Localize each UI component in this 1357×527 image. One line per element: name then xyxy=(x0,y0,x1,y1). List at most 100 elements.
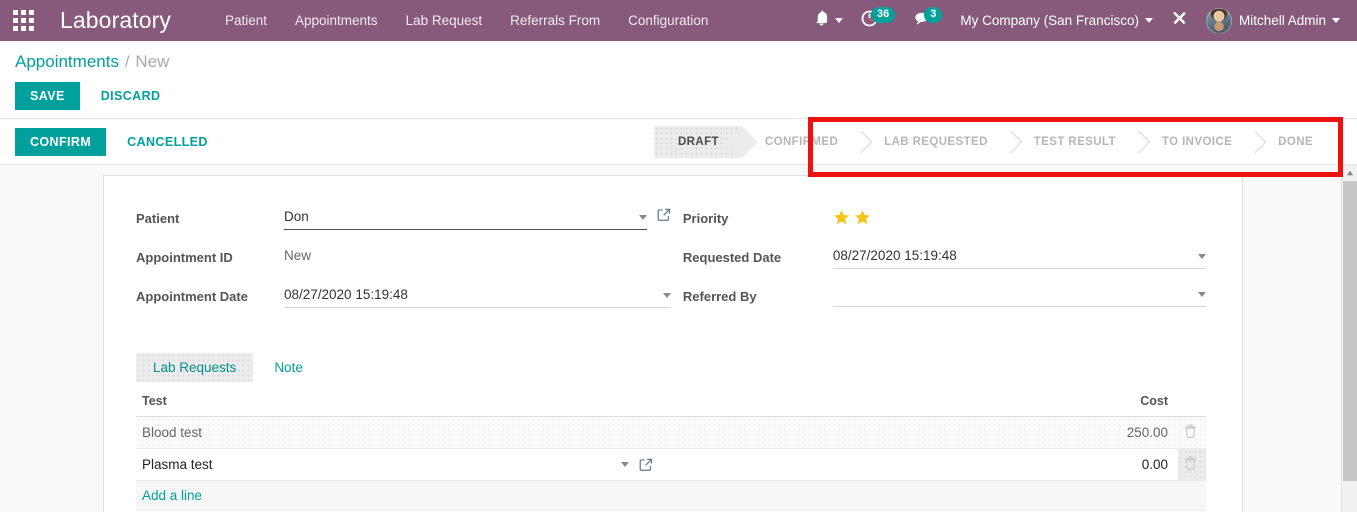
chevron-down-icon[interactable] xyxy=(638,214,647,220)
menu-item-configuration[interactable]: Configuration xyxy=(614,0,722,41)
apps-grid-icon[interactable] xyxy=(0,0,46,41)
developer-tools-button[interactable] xyxy=(1162,0,1197,41)
company-name-label: My Company (San Francisco) xyxy=(960,13,1139,28)
form-columns: Patient Don Appointment ID New Appointme… xyxy=(136,208,1206,325)
open-test-external-link-icon[interactable] xyxy=(639,458,653,472)
record-actions: SAVE DISCARD xyxy=(0,76,1357,118)
form-view-area: Patient Don Appointment ID New Appointme… xyxy=(0,165,1357,512)
delete-row-icon[interactable] xyxy=(1184,424,1197,441)
appointment-date-input[interactable]: 08/27/2020 15:19:48 xyxy=(284,286,671,308)
priority-star-1[interactable] xyxy=(833,209,850,226)
requested-date-input[interactable]: 08/27/2020 15:19:48 xyxy=(832,247,1206,269)
notebook-tabs: Lab Requests Note xyxy=(136,353,1206,382)
delete-row-icon[interactable] xyxy=(1184,456,1197,473)
table-row[interactable]: Blood test 250.00 xyxy=(136,416,1206,449)
scrollbar-thumb[interactable] xyxy=(1343,181,1357,481)
column-header-actions xyxy=(1178,388,1206,417)
cell-actions xyxy=(1178,448,1206,481)
menu-item-lab-request[interactable]: Lab Request xyxy=(392,0,497,41)
form-column-left: Patient Don Appointment ID New Appointme… xyxy=(136,208,671,325)
chevron-down-icon[interactable] xyxy=(1198,292,1206,297)
bell-icon xyxy=(814,10,829,31)
messages-button[interactable]: 3 xyxy=(904,0,951,41)
breadcrumb: Appointments / New xyxy=(0,41,1357,76)
appointment-date-value: 08/27/2020 15:19:48 xyxy=(284,287,408,302)
priority-label: Priority xyxy=(682,211,729,226)
cell-actions xyxy=(1178,416,1206,449)
form-column-right: Priority Requested Date 08/27/2020 15:19… xyxy=(671,208,1206,325)
referred-by-input[interactable] xyxy=(832,286,1206,307)
table-header-row: Test Cost xyxy=(136,388,1206,417)
status-stage-lab-requested[interactable]: LAB REQUESTED xyxy=(860,126,1010,158)
priority-stars[interactable] xyxy=(833,208,1206,226)
activity-count-badge: 36 xyxy=(871,6,896,23)
workflow-status-row: CONFIRM CANCELLED DRAFT CONFIRMED LAB RE… xyxy=(0,119,1357,165)
menu-item-appointments[interactable]: Appointments xyxy=(281,0,392,41)
field-row-requested-date: Requested Date 08/27/2020 15:19:48 xyxy=(683,247,1206,273)
open-patient-external-link-icon[interactable] xyxy=(657,208,671,222)
field-row-referred-by: Referred By xyxy=(683,286,1206,312)
chevron-down-icon[interactable] xyxy=(1198,253,1206,259)
app-brand-title[interactable]: Laboratory xyxy=(60,7,171,34)
menu-item-patient[interactable]: Patient xyxy=(211,0,281,41)
top-navbar: Laboratory Patient Appointments Lab Requ… xyxy=(0,0,1357,41)
cell-test-name[interactable]: Blood test xyxy=(136,416,657,449)
patient-value: Don xyxy=(284,209,309,224)
confirm-button[interactable]: CONFIRM xyxy=(15,127,107,156)
breadcrumb-current: New xyxy=(135,52,170,71)
patient-input[interactable]: Don xyxy=(284,208,647,230)
messages-count-badge: 3 xyxy=(924,6,943,23)
appointment-id-value-wrap: New xyxy=(284,247,671,268)
activity-button[interactable]: 36 xyxy=(852,0,904,41)
status-pipeline: DRAFT CONFIRMED LAB REQUESTED TEST RESUL… xyxy=(653,126,1335,158)
discard-button[interactable]: DISCARD xyxy=(86,82,176,110)
wrench-tools-icon xyxy=(1171,10,1188,32)
table-row[interactable]: Plasma test 0.00 xyxy=(136,448,1206,481)
scroll-up-arrow-icon[interactable] xyxy=(1342,165,1357,181)
column-header-test: Test xyxy=(136,388,657,417)
field-row-priority: Priority xyxy=(683,208,1206,234)
cell-cost[interactable]: 0.00 xyxy=(657,448,1178,481)
chevron-down-icon[interactable] xyxy=(621,462,629,467)
patient-label: Patient xyxy=(136,211,180,226)
content-scrollbar[interactable] xyxy=(1341,165,1357,512)
requested-date-value: 08/27/2020 15:19:48 xyxy=(832,248,957,263)
status-stage-draft[interactable]: DRAFT xyxy=(653,126,741,158)
lab-requests-table: Test Cost Blood test 250.00 Plasma test … xyxy=(136,388,1206,511)
add-line-cell: Add a line xyxy=(136,480,1206,511)
chevron-down-icon[interactable] xyxy=(662,292,671,298)
appointment-id-label: Appointment ID xyxy=(136,250,233,265)
status-stage-confirmed[interactable]: CONFIRMED xyxy=(740,126,861,158)
workflow-buttons: CONFIRM CANCELLED xyxy=(15,127,223,156)
chevron-down-icon xyxy=(1144,18,1153,23)
user-menu-button[interactable]: Mitchell Admin xyxy=(1197,0,1349,41)
notifications-button[interactable] xyxy=(805,0,852,41)
tab-lab-requests[interactable]: Lab Requests xyxy=(136,353,254,382)
appointment-date-label: Appointment Date xyxy=(136,289,248,304)
avatar xyxy=(1205,7,1232,34)
notebook: Lab Requests Note Test Cost Blood test 2… xyxy=(136,353,1206,511)
save-button[interactable]: SAVE xyxy=(15,82,80,110)
field-row-patient: Patient Don xyxy=(136,208,671,234)
form-sheet: Patient Don Appointment ID New Appointme… xyxy=(103,175,1243,512)
company-switcher[interactable]: My Company (San Francisco) xyxy=(951,0,1162,41)
user-name-label: Mitchell Admin xyxy=(1238,13,1326,28)
requested-date-label: Requested Date xyxy=(682,250,782,265)
add-line-row[interactable]: Add a line xyxy=(136,480,1206,511)
navbar-right-tools: 36 3 My Company (San Francisco) Mitchell… xyxy=(805,0,1357,41)
priority-star-2[interactable] xyxy=(854,209,871,226)
appointment-id-value: New xyxy=(284,248,312,263)
cell-test-name[interactable]: Plasma test xyxy=(136,448,657,481)
chevron-down-icon xyxy=(835,18,844,23)
status-stage-test-result[interactable]: TEST RESULT xyxy=(1009,126,1138,158)
breadcrumb-root[interactable]: Appointments xyxy=(15,52,119,72)
menu-item-referrals-from[interactable]: Referrals From xyxy=(496,0,614,41)
column-header-cost: Cost xyxy=(657,388,1178,417)
cell-cost[interactable]: 250.00 xyxy=(657,416,1178,449)
field-row-appointment-id: Appointment ID New xyxy=(136,247,671,273)
control-panel: Appointments / New SAVE DISCARD xyxy=(0,41,1357,119)
tab-note[interactable]: Note xyxy=(257,353,320,382)
status-stage-to-invoice[interactable]: TO INVOICE xyxy=(1137,126,1255,158)
add-a-line-button[interactable]: Add a line xyxy=(142,488,202,503)
cancelled-button[interactable]: CANCELLED xyxy=(112,128,223,156)
